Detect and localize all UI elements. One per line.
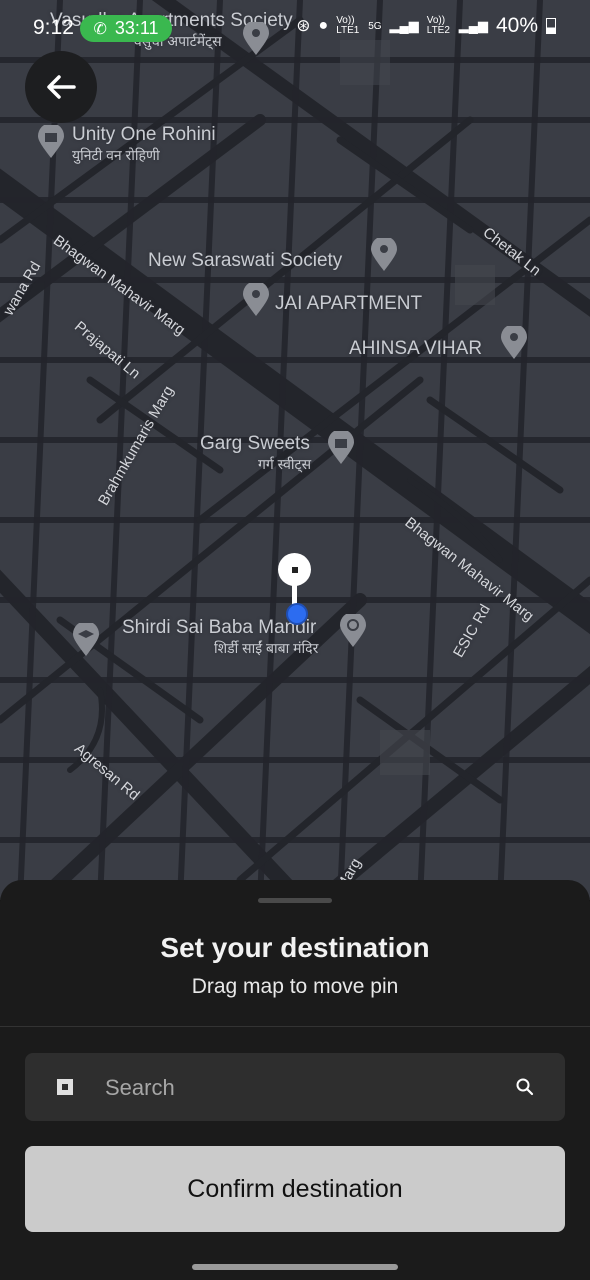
call-timer: 33:11 — [114, 18, 159, 38]
place-new-saraswati-name: New Saraswati Society — [148, 250, 343, 271]
place-ahinsa-vihar-name: AHINSA VIHAR — [349, 338, 483, 359]
ongoing-call-pill[interactable]: ✆ 33:11 — [80, 15, 172, 42]
confirm-destination-button[interactable]: Confirm destination — [25, 1146, 565, 1232]
destination-square-icon — [57, 1079, 73, 1095]
arrow-left-icon — [47, 75, 76, 99]
sheet-title: Set your destination — [160, 932, 430, 963]
map-marker-icon[interactable] — [242, 283, 270, 317]
battery-icon — [546, 18, 556, 34]
signal-icon: ▂▄▆ — [458, 18, 488, 33]
search-placeholder: Search — [105, 1075, 175, 1100]
place-unity-one-name: Unity One Rohini — [72, 124, 216, 145]
map-marker-icon[interactable] — [370, 238, 398, 272]
carrier-b: Vo)) LTE2 — [426, 15, 450, 36]
temple-icon[interactable] — [339, 614, 367, 648]
place-unity-one-hindi: युनिटी वन रोहिणी — [72, 147, 160, 163]
back-button[interactable] — [25, 51, 97, 123]
place-shirdi-hindi: शिर्डी साईं बाबा मंदिर — [214, 640, 319, 656]
place-garg-sweets[interactable]: Garg Sweets गर्ग स्वीट्स — [200, 433, 311, 474]
shopping-bag-icon[interactable] — [37, 125, 65, 159]
phone-icon: ✆ — [93, 20, 107, 38]
place-garg-sweets-name: Garg Sweets — [200, 433, 310, 454]
status-bar: 9:12 ✆ 33:11 ⊛ ● Vo)) LTE1 5G ▂▄▆ Vo)) L… — [0, 0, 590, 56]
location-icon: ● — [318, 17, 329, 34]
destination-pin-icon[interactable] — [278, 553, 311, 586]
sheet-drag-handle[interactable] — [258, 898, 332, 903]
home-indicator[interactable] — [192, 1264, 398, 1270]
place-jai-apartment[interactable]: JAI APARTMENT — [275, 293, 422, 315]
search-icon[interactable] — [515, 1077, 535, 1097]
place-garg-sweets-hindi: गर्ग स्वीट्स — [258, 456, 312, 472]
battery-level: 40% — [495, 14, 538, 37]
map-marker-icon[interactable] — [500, 326, 528, 360]
signal-icon: ▂▄▆ — [389, 18, 419, 33]
place-jai-apartment-name: JAI APARTMENT — [275, 293, 423, 314]
place-new-saraswati[interactable]: New Saraswati Society — [148, 250, 342, 272]
place-unity-one[interactable]: Unity One Rohini युनिटी वन रोहिणी — [72, 124, 216, 165]
current-location-dot — [286, 603, 308, 625]
map-view[interactable]: Vasudha Apartments Society वसुधा अपार्टम… — [0, 0, 590, 900]
bluetooth-icon: ⊛ — [296, 16, 311, 35]
search-input[interactable]: Search — [25, 1053, 565, 1121]
place-ahinsa-vihar[interactable]: AHINSA VIHAR — [349, 338, 482, 360]
destination-sheet: Set your destination Drag map to move pi… — [0, 880, 590, 1280]
sheet-subtitle: Drag map to move pin — [191, 975, 399, 998]
status-icons: ⊛ ● Vo)) LTE1 5G ▂▄▆ Vo)) LTE2 ▂▄▆ 40% — [296, 14, 556, 38]
divider — [0, 1026, 590, 1027]
network-type: 5G — [368, 20, 382, 32]
school-icon[interactable] — [72, 623, 100, 657]
carrier-a: Vo)) LTE1 — [336, 15, 360, 36]
shopping-bag-icon[interactable] — [327, 431, 355, 465]
status-time: 9:12 — [33, 16, 74, 39]
place-shirdi-sai-baba[interactable]: Shirdi Sai Baba Mandir शिर्डी साईं बाबा … — [122, 617, 318, 658]
